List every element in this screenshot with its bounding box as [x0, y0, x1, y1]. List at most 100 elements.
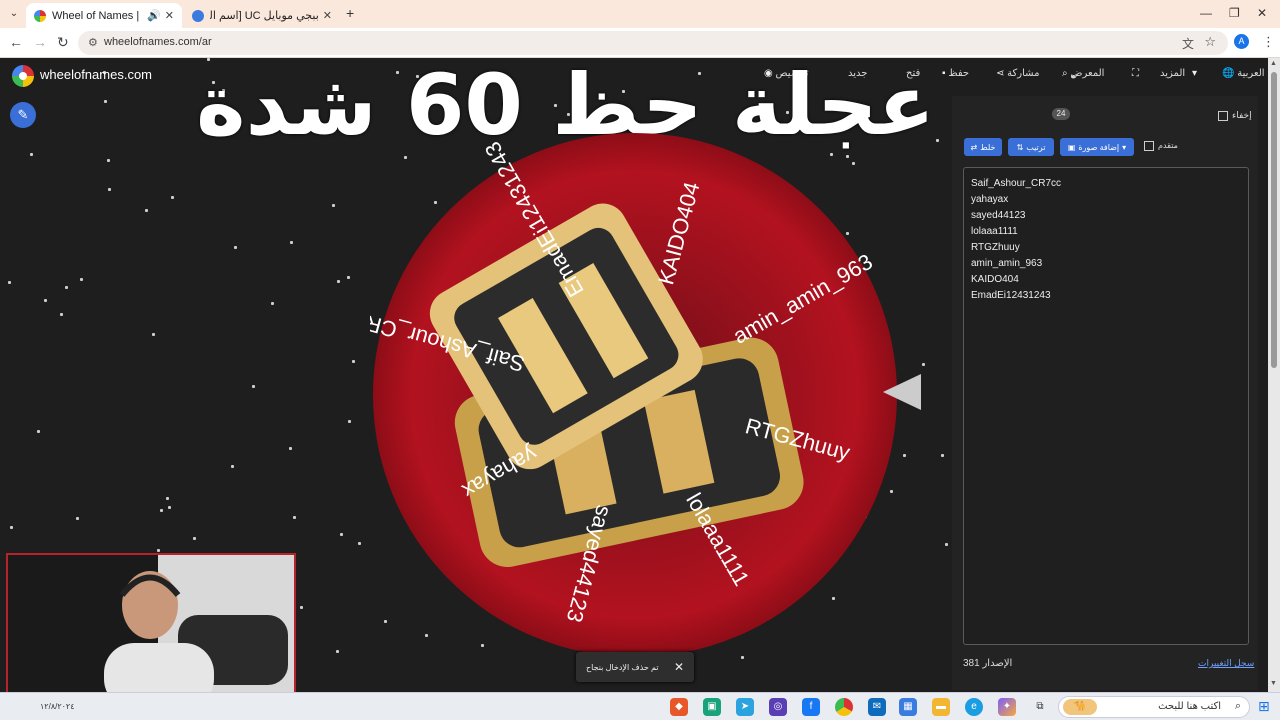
wheel-segment-label: KAIDO404 [653, 179, 704, 287]
url-field[interactable]: ⚙ wheelofnames.com/ar 文 ☆ [78, 31, 1228, 55]
wheel-segment-label: RTGZhuuy [743, 413, 853, 465]
tab-close-icon[interactable]: ✕ [165, 9, 174, 22]
store-icon[interactable]: ▦ [899, 698, 917, 716]
confetti-dot [340, 533, 343, 536]
add-image-button[interactable]: ▣ إضافة صورة ▾ [1060, 138, 1134, 156]
confetti-dot [290, 241, 293, 244]
brave-app-icon[interactable]: ◆ [670, 698, 688, 716]
confetti-dot [336, 650, 339, 653]
wheel-segment-label: yahayax [458, 441, 541, 504]
edge-icon[interactable]: e [965, 698, 983, 716]
scroll-thumb[interactable] [1271, 72, 1277, 368]
address-bar: ← → ↻ ⚙ wheelofnames.com/ar 文 ☆ [0, 28, 1280, 58]
new-tab-icon[interactable]: + [346, 5, 354, 21]
confetti-dot [157, 549, 160, 552]
confetti-dot [289, 447, 292, 450]
task-view-icon[interactable]: ⧉ [1031, 698, 1049, 716]
list-item: sayed44123 [971, 210, 1026, 221]
search-highlight-icon: 🐪 [1063, 699, 1097, 715]
changelog-link[interactable]: سجل التغييرات [1198, 658, 1254, 669]
tab-close-icon[interactable]: ✕ [323, 9, 332, 22]
confetti-dot [160, 509, 163, 512]
confetti-dot [348, 420, 351, 423]
site-info-icon[interactable]: ⚙ [88, 36, 98, 49]
menu-language[interactable]: 🌐 العربية [1218, 68, 1265, 79]
page-scrollbar[interactable]: ▲ ▼ [1268, 58, 1280, 692]
list-item: EmadEi12431243 [971, 290, 1051, 301]
confetti-dot [76, 517, 79, 520]
confetti-dot [358, 542, 361, 545]
confetti-dot [10, 526, 13, 529]
browser-menu-icon[interactable]: ⋮ [1262, 34, 1275, 50]
toast-close-icon[interactable]: ✕ [674, 660, 684, 674]
caret-down-icon: ▾ [1191, 68, 1197, 79]
scroll-up-icon[interactable]: ▲ [1270, 60, 1277, 67]
outlook-icon[interactable]: ✉ [868, 698, 886, 716]
hide-checkbox[interactable] [1218, 110, 1228, 121]
obs-icon[interactable]: ◎ [769, 698, 787, 716]
fullscreen-button[interactable]: ⛶ [1128, 68, 1139, 79]
advanced-checkbox[interactable] [1144, 141, 1154, 151]
translate-icon[interactable]: 文 [1182, 35, 1194, 52]
edit-pencil-icon[interactable]: ✎ [10, 102, 36, 128]
reload-icon[interactable]: ↻ [57, 34, 69, 51]
wheel-segment-label: EmadEi12431243 [480, 137, 589, 301]
taskbar-clock: ١٢/٨/٢٠٢٤ [40, 702, 75, 711]
spin-wheel[interactable]: KAIDO404 amin_amin_963 RTGZhuuy lolaaa1111 s… [370, 130, 900, 660]
brand-name[interactable]: wheelofnames.com [40, 67, 152, 82]
forward-icon[interactable]: → [33, 34, 47, 50]
confetti-dot [945, 543, 948, 546]
confetti-dot [234, 246, 237, 249]
copilot-icon[interactable]: ✦ [998, 698, 1016, 716]
telegram-icon[interactable]: ➤ [736, 698, 754, 716]
menu-more[interactable]: المزيد ▾ [1160, 68, 1197, 79]
sort-button[interactable]: ⇅ ترتيب [1008, 138, 1054, 156]
confetti-dot [8, 281, 11, 284]
close-window-icon[interactable]: ✕ [1257, 6, 1267, 20]
image-icon: ▣ [1067, 142, 1076, 152]
restore-icon[interactable]: ❐ [1229, 6, 1240, 20]
shuffle-button[interactable]: ⇄ خلط [964, 138, 1002, 156]
taskbar-search[interactable]: 🐪 اكتب هنا للبحث ⌕ [1058, 696, 1250, 718]
profile-avatar[interactable]: A [1234, 34, 1249, 49]
wheel-pointer-icon [883, 374, 921, 410]
confetti-dot [65, 286, 68, 289]
shuffle-icon: ⇄ [970, 142, 978, 152]
back-icon[interactable]: ← [9, 34, 23, 50]
scroll-down-icon[interactable]: ▼ [1270, 680, 1277, 687]
list-item: lolaaa1111 [971, 226, 1018, 237]
wheel-page: wheelofnames.com 🌐 العربية المزيد ▾ ⛶ ⌕ … [0, 58, 1280, 692]
menu-gallery[interactable]: ⌕ المعرض [1058, 68, 1104, 79]
bookmark-star-icon[interactable]: ☆ [1204, 34, 1216, 50]
tab-title: Wheel of Names | العشوائي [52, 10, 143, 22]
confetti-dot [332, 204, 335, 207]
entries-textarea[interactable]: Saif_Ashour_CR7cc yahayax sayed44123 lol… [963, 167, 1249, 645]
confetti-dot [300, 606, 303, 609]
chrome-icon[interactable] [835, 698, 853, 716]
confetti-dot [922, 363, 925, 366]
wheel-logo-icon[interactable] [12, 65, 34, 87]
list-item: KAIDO404 [971, 274, 1019, 285]
confetti-dot [347, 276, 350, 279]
search-placeholder: اكتب هنا للبحث [1158, 701, 1221, 712]
facebook-icon[interactable]: f [802, 698, 820, 716]
advanced-toggle[interactable]: متقدم [1144, 141, 1178, 151]
confetti-dot [171, 196, 174, 199]
toast-text: تم حذف الإدخال بنجاح [586, 662, 659, 672]
file-explorer-icon[interactable]: ▬ [932, 698, 950, 716]
tab-wheel-of-names[interactable]: Wheel of Names | العشوائي 🔊 ✕ [26, 3, 182, 28]
hide-toggle[interactable]: إخفاء [1218, 110, 1252, 121]
confetti-dot [152, 333, 155, 336]
confetti-dot [145, 209, 148, 212]
store-favicon-icon [192, 9, 204, 22]
tab-search-icon[interactable]: ⌄ [6, 6, 22, 22]
confetti-dot [337, 280, 340, 283]
sort-icon: ⇅ [1016, 142, 1024, 152]
windows-taskbar: ١٢/٨/٢٠٢٤ ◆ ▣ ➤ ◎ f ✉ ▦ ▬ e ✦ ⧉ 🐪 اكتب ه… [0, 692, 1280, 720]
confetti-dot [107, 159, 110, 162]
windows-start-icon[interactable]: ⊞ [1258, 698, 1270, 715]
list-item: Saif_Ashour_CR7cc [971, 178, 1062, 189]
minimize-icon[interactable]: — [1200, 6, 1212, 20]
android-app-icon[interactable]: ▣ [703, 698, 721, 716]
tab-pubg-uc[interactable]: ببجي موبايل UC [اسم الدولة] | خـ ✕ [184, 3, 340, 28]
